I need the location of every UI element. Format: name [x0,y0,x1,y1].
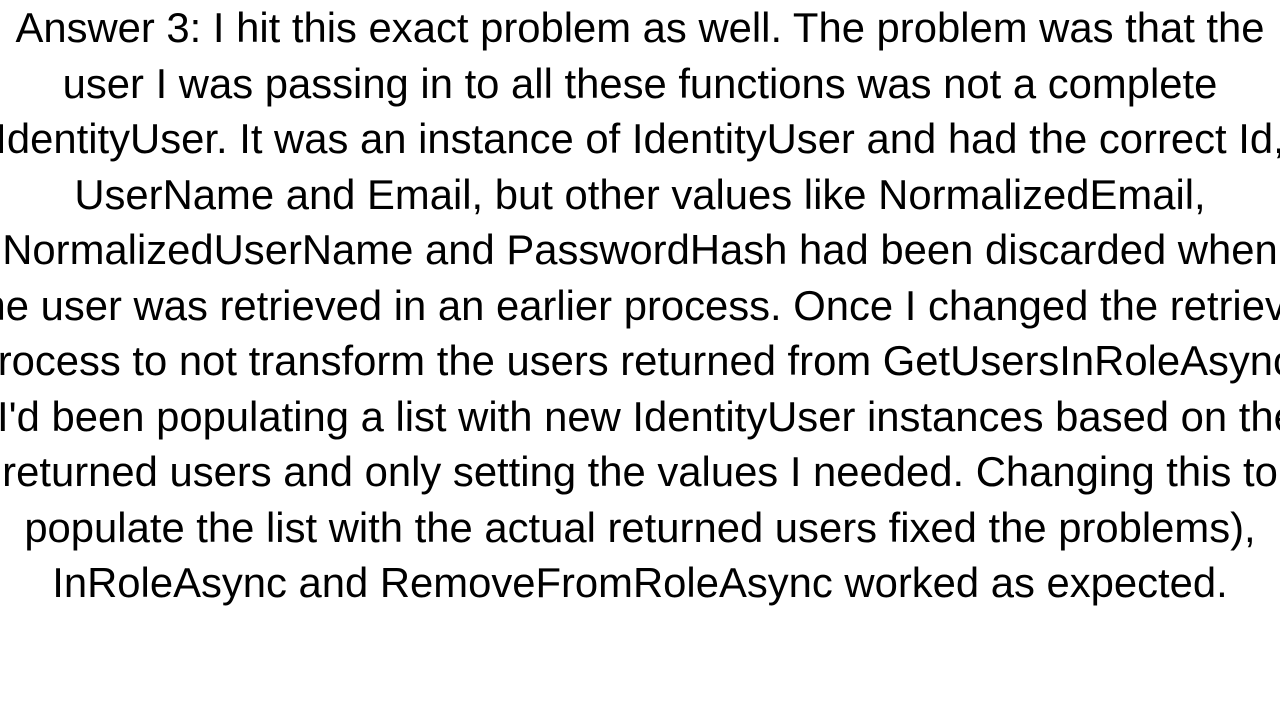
answer-text-block: Answer 3: I hit this exact problem as we… [0,0,1280,611]
answer-label: Answer 3: [15,4,201,51]
answer-body: I hit this exact problem as well. The pr… [0,4,1280,606]
